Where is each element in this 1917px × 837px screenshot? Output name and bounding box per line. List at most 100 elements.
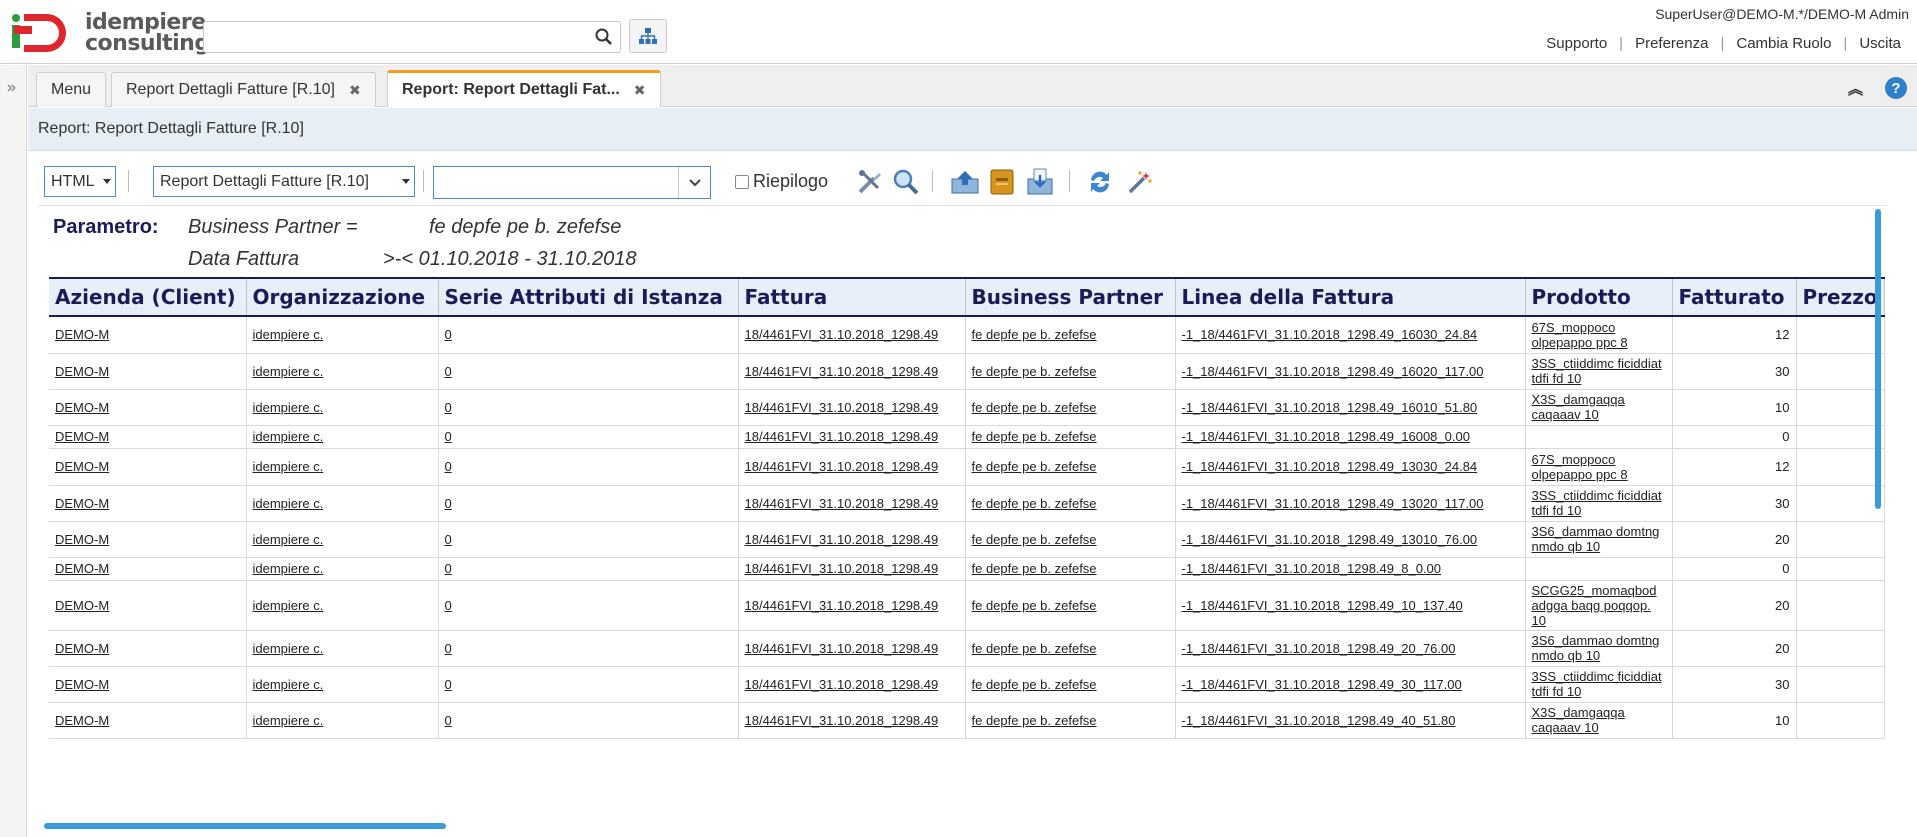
column-header[interactable]: Fatturato [1672, 277, 1797, 317]
column-header[interactable]: Organizzazione [246, 277, 439, 317]
cell-link[interactable]: 18/4461FVI_31.10.2018_1298.49 [745, 364, 939, 379]
cell-link[interactable]: DEMO-M [55, 327, 109, 342]
cell-link[interactable]: idempiere c. [253, 713, 324, 728]
user-info[interactable]: SuperUser@DEMO-M.*/DEMO-M Admin [1655, 6, 1909, 22]
cell-link[interactable]: 0 [445, 561, 452, 576]
tab-menu[interactable]: Menu [36, 72, 107, 107]
expand-west-icon[interactable]: » [7, 79, 16, 97]
cell-link[interactable]: 18/4461FVI_31.10.2018_1298.49 [745, 496, 939, 511]
cell-link[interactable]: 18/4461FVI_31.10.2018_1298.49 [745, 677, 939, 692]
send-mail-button[interactable] [949, 166, 981, 198]
cell-link[interactable]: 18/4461FVI_31.10.2018_1298.49 [745, 429, 939, 444]
horizontal-scrollbar[interactable] [44, 823, 446, 829]
customize-button[interactable] [854, 166, 886, 198]
cell-link[interactable]: fe depfe pe b. zefefse [972, 677, 1097, 692]
cell-link[interactable]: idempiere c. [253, 400, 324, 415]
cell-link[interactable]: -1_18/4461FVI_31.10.2018_1298.49_20_76.0… [1182, 641, 1456, 656]
cell-link[interactable]: -1_18/4461FVI_31.10.2018_1298.49_16020_1… [1182, 364, 1484, 379]
cell-link[interactable]: 3S6_dammao domtng nmdo qb 10 [1532, 633, 1660, 663]
cell-link[interactable]: DEMO-M [55, 364, 109, 379]
cell-link[interactable]: X3S_damgaqqa caqaaav 10 [1532, 705, 1625, 735]
cell-link[interactable]: -1_18/4461FVI_31.10.2018_1298.49_30_117.… [1182, 677, 1462, 692]
cell-link[interactable]: 0 [445, 496, 452, 511]
cell-link[interactable]: idempiere c. [253, 641, 324, 656]
cell-link[interactable]: fe depfe pe b. zefefse [972, 561, 1097, 576]
cell-link[interactable]: fe depfe pe b. zefefse [972, 598, 1097, 613]
refresh-button[interactable] [1084, 166, 1116, 198]
cell-link[interactable]: DEMO-M [55, 641, 109, 656]
column-header[interactable]: Fattura [738, 277, 966, 317]
cell-link[interactable]: 18/4461FVI_31.10.2018_1298.49 [745, 400, 939, 415]
cell-link[interactable]: idempiere c. [253, 364, 324, 379]
cell-link[interactable]: fe depfe pe b. zefefse [972, 459, 1097, 474]
cell-link[interactable]: fe depfe pe b. zefefse [972, 327, 1097, 342]
column-header[interactable]: Linea della Fattura [1175, 277, 1526, 317]
cell-link[interactable]: -1_18/4461FVI_31.10.2018_1298.49_16030_2… [1182, 327, 1478, 342]
cell-link[interactable]: 3SS_ctiiddimc ficiddiat tdfi fd 10 [1532, 356, 1662, 386]
cell-link[interactable]: 3SS_ctiiddimc ficiddiat tdfi fd 10 [1532, 669, 1662, 699]
archive-button[interactable] [986, 166, 1018, 198]
cell-link[interactable]: fe depfe pe b. zefefse [972, 713, 1097, 728]
cell-link[interactable]: X3S_damgaqqa caqaaav 10 [1532, 392, 1625, 422]
column-header[interactable]: Azienda (Client) [49, 277, 247, 317]
cell-link[interactable]: idempiere c. [253, 532, 324, 547]
cell-link[interactable]: 18/4461FVI_31.10.2018_1298.49 [745, 641, 939, 656]
cell-link[interactable]: 18/4461FVI_31.10.2018_1298.49 [745, 327, 939, 342]
cell-link[interactable]: idempiere c. [253, 496, 324, 511]
summary-checkbox[interactable]: Riepilogo [735, 171, 828, 192]
export-button[interactable] [1024, 166, 1056, 198]
search-button[interactable] [587, 21, 621, 53]
cell-link[interactable]: 0 [445, 364, 452, 379]
cell-link[interactable]: DEMO-M [55, 598, 109, 613]
checkbox-box[interactable] [735, 174, 749, 189]
cell-link[interactable]: 3S6_dammao domtng nmdo qb 10 [1532, 524, 1660, 554]
cell-link[interactable]: -1_18/4461FVI_31.10.2018_1298.49_16008_0… [1182, 429, 1470, 444]
cell-link[interactable]: 0 [445, 677, 452, 692]
output-format-select[interactable]: HTML [44, 166, 116, 197]
cell-link[interactable]: idempiere c. [253, 459, 324, 474]
link-cambia-ruolo[interactable]: Cambia Ruolo [1724, 35, 1843, 52]
vertical-scrollbar[interactable] [1875, 209, 1881, 509]
cell-link[interactable]: fe depfe pe b. zefefse [972, 400, 1097, 415]
link-supporto[interactable]: Supporto [1534, 35, 1619, 52]
cell-link[interactable]: DEMO-M [55, 429, 109, 444]
logo[interactable]: idempiere consulting [8, 10, 210, 60]
cell-link[interactable]: 0 [445, 400, 452, 415]
cell-link[interactable]: DEMO-M [55, 459, 109, 474]
cell-link[interactable]: -1_18/4461FVI_31.10.2018_1298.49_8_0.00 [1182, 561, 1442, 576]
menu-tree-button[interactable] [629, 19, 667, 53]
link-preferenza[interactable]: Preferenza [1623, 35, 1720, 52]
wizard-button[interactable] [1124, 166, 1156, 198]
close-icon[interactable]: ✖ [349, 82, 361, 99]
cell-link[interactable]: 0 [445, 459, 452, 474]
cell-link[interactable]: fe depfe pe b. zefefse [972, 429, 1097, 444]
cell-link[interactable]: DEMO-M [55, 400, 109, 415]
column-header[interactable]: Prodotto [1525, 277, 1673, 317]
cell-link[interactable]: -1_18/4461FVI_31.10.2018_1298.49_16010_5… [1182, 400, 1478, 415]
cell-link[interactable]: idempiere c. [253, 429, 324, 444]
cell-link[interactable]: -1_18/4461FVI_31.10.2018_1298.49_40_51.8… [1182, 713, 1456, 728]
cell-link[interactable]: 0 [445, 532, 452, 547]
cell-link[interactable]: DEMO-M [55, 496, 109, 511]
cell-link[interactable]: idempiere c. [253, 677, 324, 692]
cell-link[interactable]: fe depfe pe b. zefefse [972, 364, 1097, 379]
cell-link[interactable]: 0 [445, 713, 452, 728]
column-header[interactable]: Prezzo [1796, 277, 1885, 317]
cell-link[interactable]: idempiere c. [253, 598, 324, 613]
cell-link[interactable]: fe depfe pe b. zefefse [972, 641, 1097, 656]
cell-link[interactable]: -1_18/4461FVI_31.10.2018_1298.49_13010_7… [1182, 532, 1478, 547]
collapse-up-icon[interactable]: ︽ [1848, 78, 1863, 99]
combo-dropdown-button[interactable] [678, 167, 710, 198]
report-view-combobox[interactable] [433, 166, 711, 199]
cell-link[interactable]: 0 [445, 641, 452, 656]
cell-link[interactable]: DEMO-M [55, 677, 109, 692]
cell-link[interactable]: 18/4461FVI_31.10.2018_1298.49 [745, 532, 939, 547]
cell-link[interactable]: 18/4461FVI_31.10.2018_1298.49 [745, 561, 939, 576]
tab-report-dettagli[interactable]: Report Dettagli Fatture [R.10] ✖ [111, 72, 376, 107]
cell-link[interactable]: DEMO-M [55, 561, 109, 576]
close-icon[interactable]: ✖ [634, 82, 646, 99]
cell-link[interactable]: 0 [445, 327, 452, 342]
cell-link[interactable]: DEMO-M [55, 713, 109, 728]
cell-link[interactable]: DEMO-M [55, 532, 109, 547]
print-format-select[interactable]: Report Dettagli Fatture [R.10] [153, 166, 415, 197]
